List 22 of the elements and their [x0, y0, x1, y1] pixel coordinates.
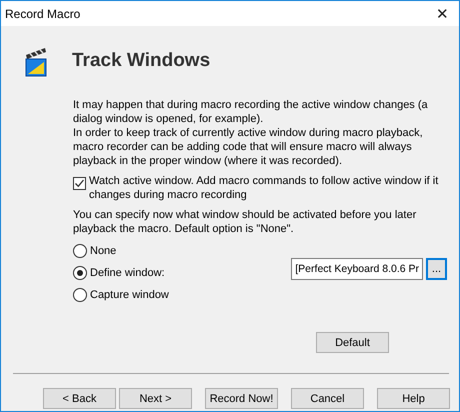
radio-button[interactable]: [73, 244, 87, 258]
wizard-button[interactable]: Cancel: [291, 388, 364, 409]
close-button[interactable]: ✕: [436, 4, 449, 22]
hint-text: You can specify now what window should be activated before you later playback the macro. Default option is "None".: [73, 208, 418, 236]
wizard-button[interactable]: Record Now!: [205, 388, 278, 409]
browse-button[interactable]: ...: [426, 258, 447, 280]
watch-checkbox[interactable]: [73, 177, 86, 190]
page-title: Track Windows: [72, 50, 210, 72]
description-text: It may happen that during macro recording the active window changes (a dialog window is opened, for example). In order to keep track of currently active window during macro playback, macro recorder can be adding code that will ensure macro will always playback in the proper window (where it was recorded).: [73, 98, 429, 168]
watch-label: Watch active window. Add macro commands to follow active window if it changes during macro recording: [89, 174, 440, 202]
radio-button[interactable]: [73, 288, 87, 302]
default-button[interactable]: Default: [316, 332, 389, 353]
radio-label: None: [90, 245, 116, 257]
radio-button[interactable]: [73, 266, 87, 280]
clapperboard-icon: [25, 45, 47, 77]
wizard-button[interactable]: < Back: [43, 388, 116, 409]
radio-label: Define window:: [90, 267, 165, 279]
radio-label: Capture window: [90, 289, 169, 301]
window-field[interactable]: [Perfect Keyboard 8.0.6 Pr: [291, 258, 423, 280]
window-title: Record Macro: [5, 6, 80, 20]
wizard-button[interactable]: Next >: [119, 388, 192, 409]
wizard-button[interactable]: Help: [377, 388, 450, 409]
